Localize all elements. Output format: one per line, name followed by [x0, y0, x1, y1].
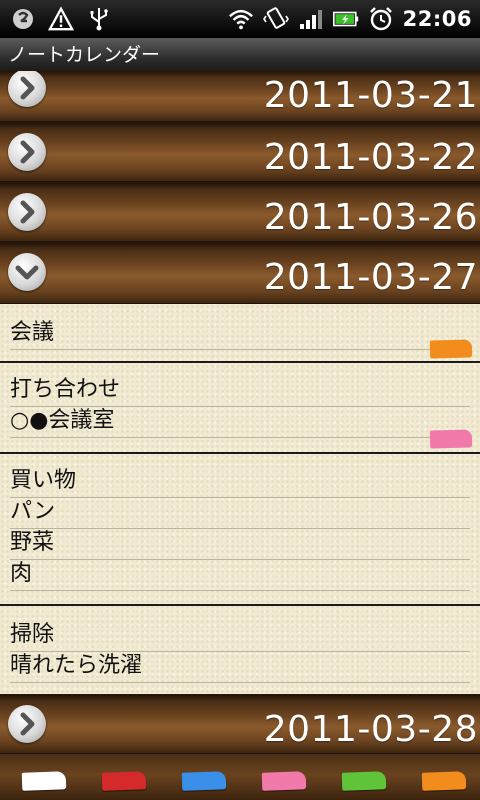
color-swatch-blue[interactable]: [181, 771, 227, 791]
warning-icon: [48, 6, 74, 32]
note-line: 晴れたら洗濯: [10, 651, 470, 683]
color-palette: [0, 754, 480, 800]
notes-list: 会議 打ち合わせ ○●会議室 買い物 パン 野菜 肉 掃除 晴れたら洗濯: [0, 304, 480, 694]
note-item[interactable]: 掃除 晴れたら洗濯: [0, 606, 480, 694]
date-row-2011-03-27[interactable]: 2011-03-27: [0, 242, 480, 304]
date-row-2011-03-22[interactable]: 2011-03-22: [0, 122, 480, 182]
note-line: 掃除: [10, 620, 470, 652]
date-label: 2011-03-28: [263, 709, 478, 750]
note-line: 会議: [10, 318, 470, 350]
clock: 22:06: [402, 7, 472, 31]
color-swatch-red[interactable]: [101, 771, 147, 791]
vibrate-icon: [262, 6, 289, 32]
alarm-icon: [368, 6, 394, 32]
chevron-down-icon[interactable]: [8, 253, 46, 291]
date-row-2011-03-28[interactable]: 2011-03-28: [0, 694, 480, 754]
note-line: 野菜: [10, 528, 470, 560]
note-item[interactable]: 会議: [0, 304, 480, 363]
note-item[interactable]: 買い物 パン 野菜 肉: [0, 454, 480, 606]
color-swatch-orange[interactable]: [421, 771, 467, 791]
signal-icon: [298, 6, 324, 32]
note-line: 買い物: [10, 466, 470, 498]
note-line: 打ち合わせ: [10, 375, 470, 407]
date-label: 2011-03-27: [263, 257, 478, 298]
chevron-right-icon[interactable]: [8, 705, 46, 743]
chevron-right-icon[interactable]: [8, 133, 46, 171]
date-label: 2011-03-26: [263, 197, 478, 238]
app-title: ノートカレンダー: [0, 38, 480, 72]
date-label: 2011-03-22: [263, 137, 478, 178]
note-item[interactable]: 打ち合わせ ○●会議室: [0, 363, 480, 454]
status-bar: 22:06: [0, 0, 480, 38]
color-tag: [429, 339, 473, 359]
color-swatch-green[interactable]: [341, 771, 387, 791]
battery-charging-icon: [332, 6, 359, 32]
note-line: ○●会議室: [10, 406, 470, 438]
color-swatch-pink[interactable]: [261, 771, 307, 791]
color-swatch-white[interactable]: [21, 771, 67, 791]
chevron-right-icon[interactable]: [8, 71, 46, 107]
date-label: 2011-03-21: [263, 75, 478, 116]
date-row-2011-03-26[interactable]: 2011-03-26: [0, 182, 480, 242]
note-line: パン: [10, 497, 470, 529]
wifi-icon: [228, 6, 254, 32]
date-row-2011-03-21[interactable]: 2011-03-21: [0, 70, 480, 122]
app-notification-icon: [10, 6, 36, 32]
note-line: 肉: [10, 559, 470, 591]
usb-icon: [86, 6, 112, 32]
color-tag: [429, 429, 473, 449]
chevron-right-icon[interactable]: [8, 193, 46, 231]
